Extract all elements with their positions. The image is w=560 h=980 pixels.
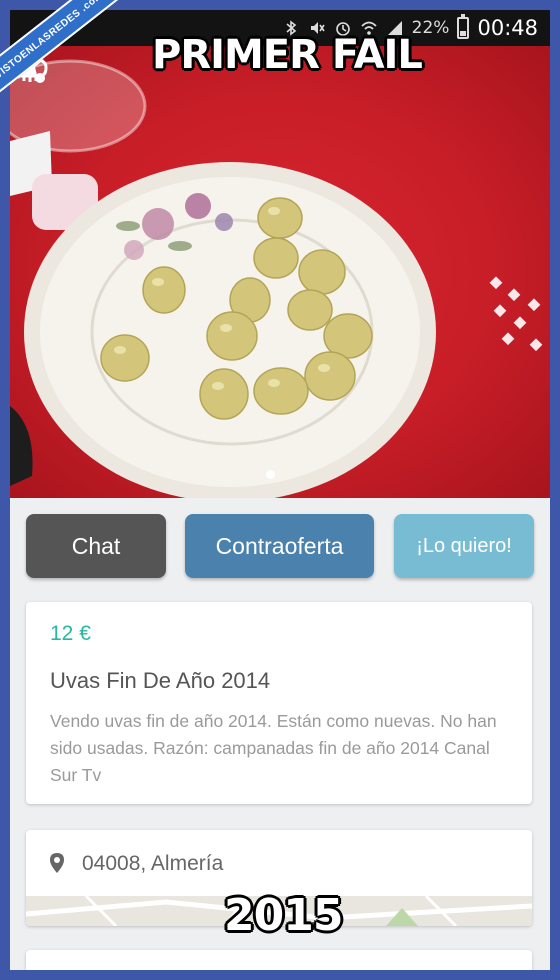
meme-caption-bottom: 2015 [224, 890, 343, 941]
product-details-card: 12 € Uvas Fin De Año 2014 Vendo uvas fin… [26, 602, 532, 804]
counter-offer-button[interactable]: Contraoferta [185, 514, 374, 578]
carousel-indicator-dot[interactable] [266, 470, 275, 479]
want-it-button[interactable]: ¡Lo quiero! [394, 514, 534, 578]
product-photo[interactable] [10, 46, 550, 498]
battery-icon [457, 14, 470, 39]
app-screen: 22% 00:48 Chat Contraoferta ¡Lo quiero! … [10, 10, 550, 970]
meme-caption-top: PRIMER FAIL [152, 32, 423, 78]
next-card [26, 950, 532, 970]
grapes-plate-image [10, 59, 543, 498]
clock: 00:48 [477, 16, 538, 40]
location-pin-icon [50, 853, 64, 873]
chat-button[interactable]: Chat [26, 514, 166, 578]
location-text: 04008, Almería [82, 852, 224, 875]
product-price: 12 € [50, 622, 91, 645]
product-description: Vendo uvas fin de año 2014. Están como n… [50, 711, 497, 785]
product-title: Uvas Fin De Año 2014 [50, 668, 271, 693]
